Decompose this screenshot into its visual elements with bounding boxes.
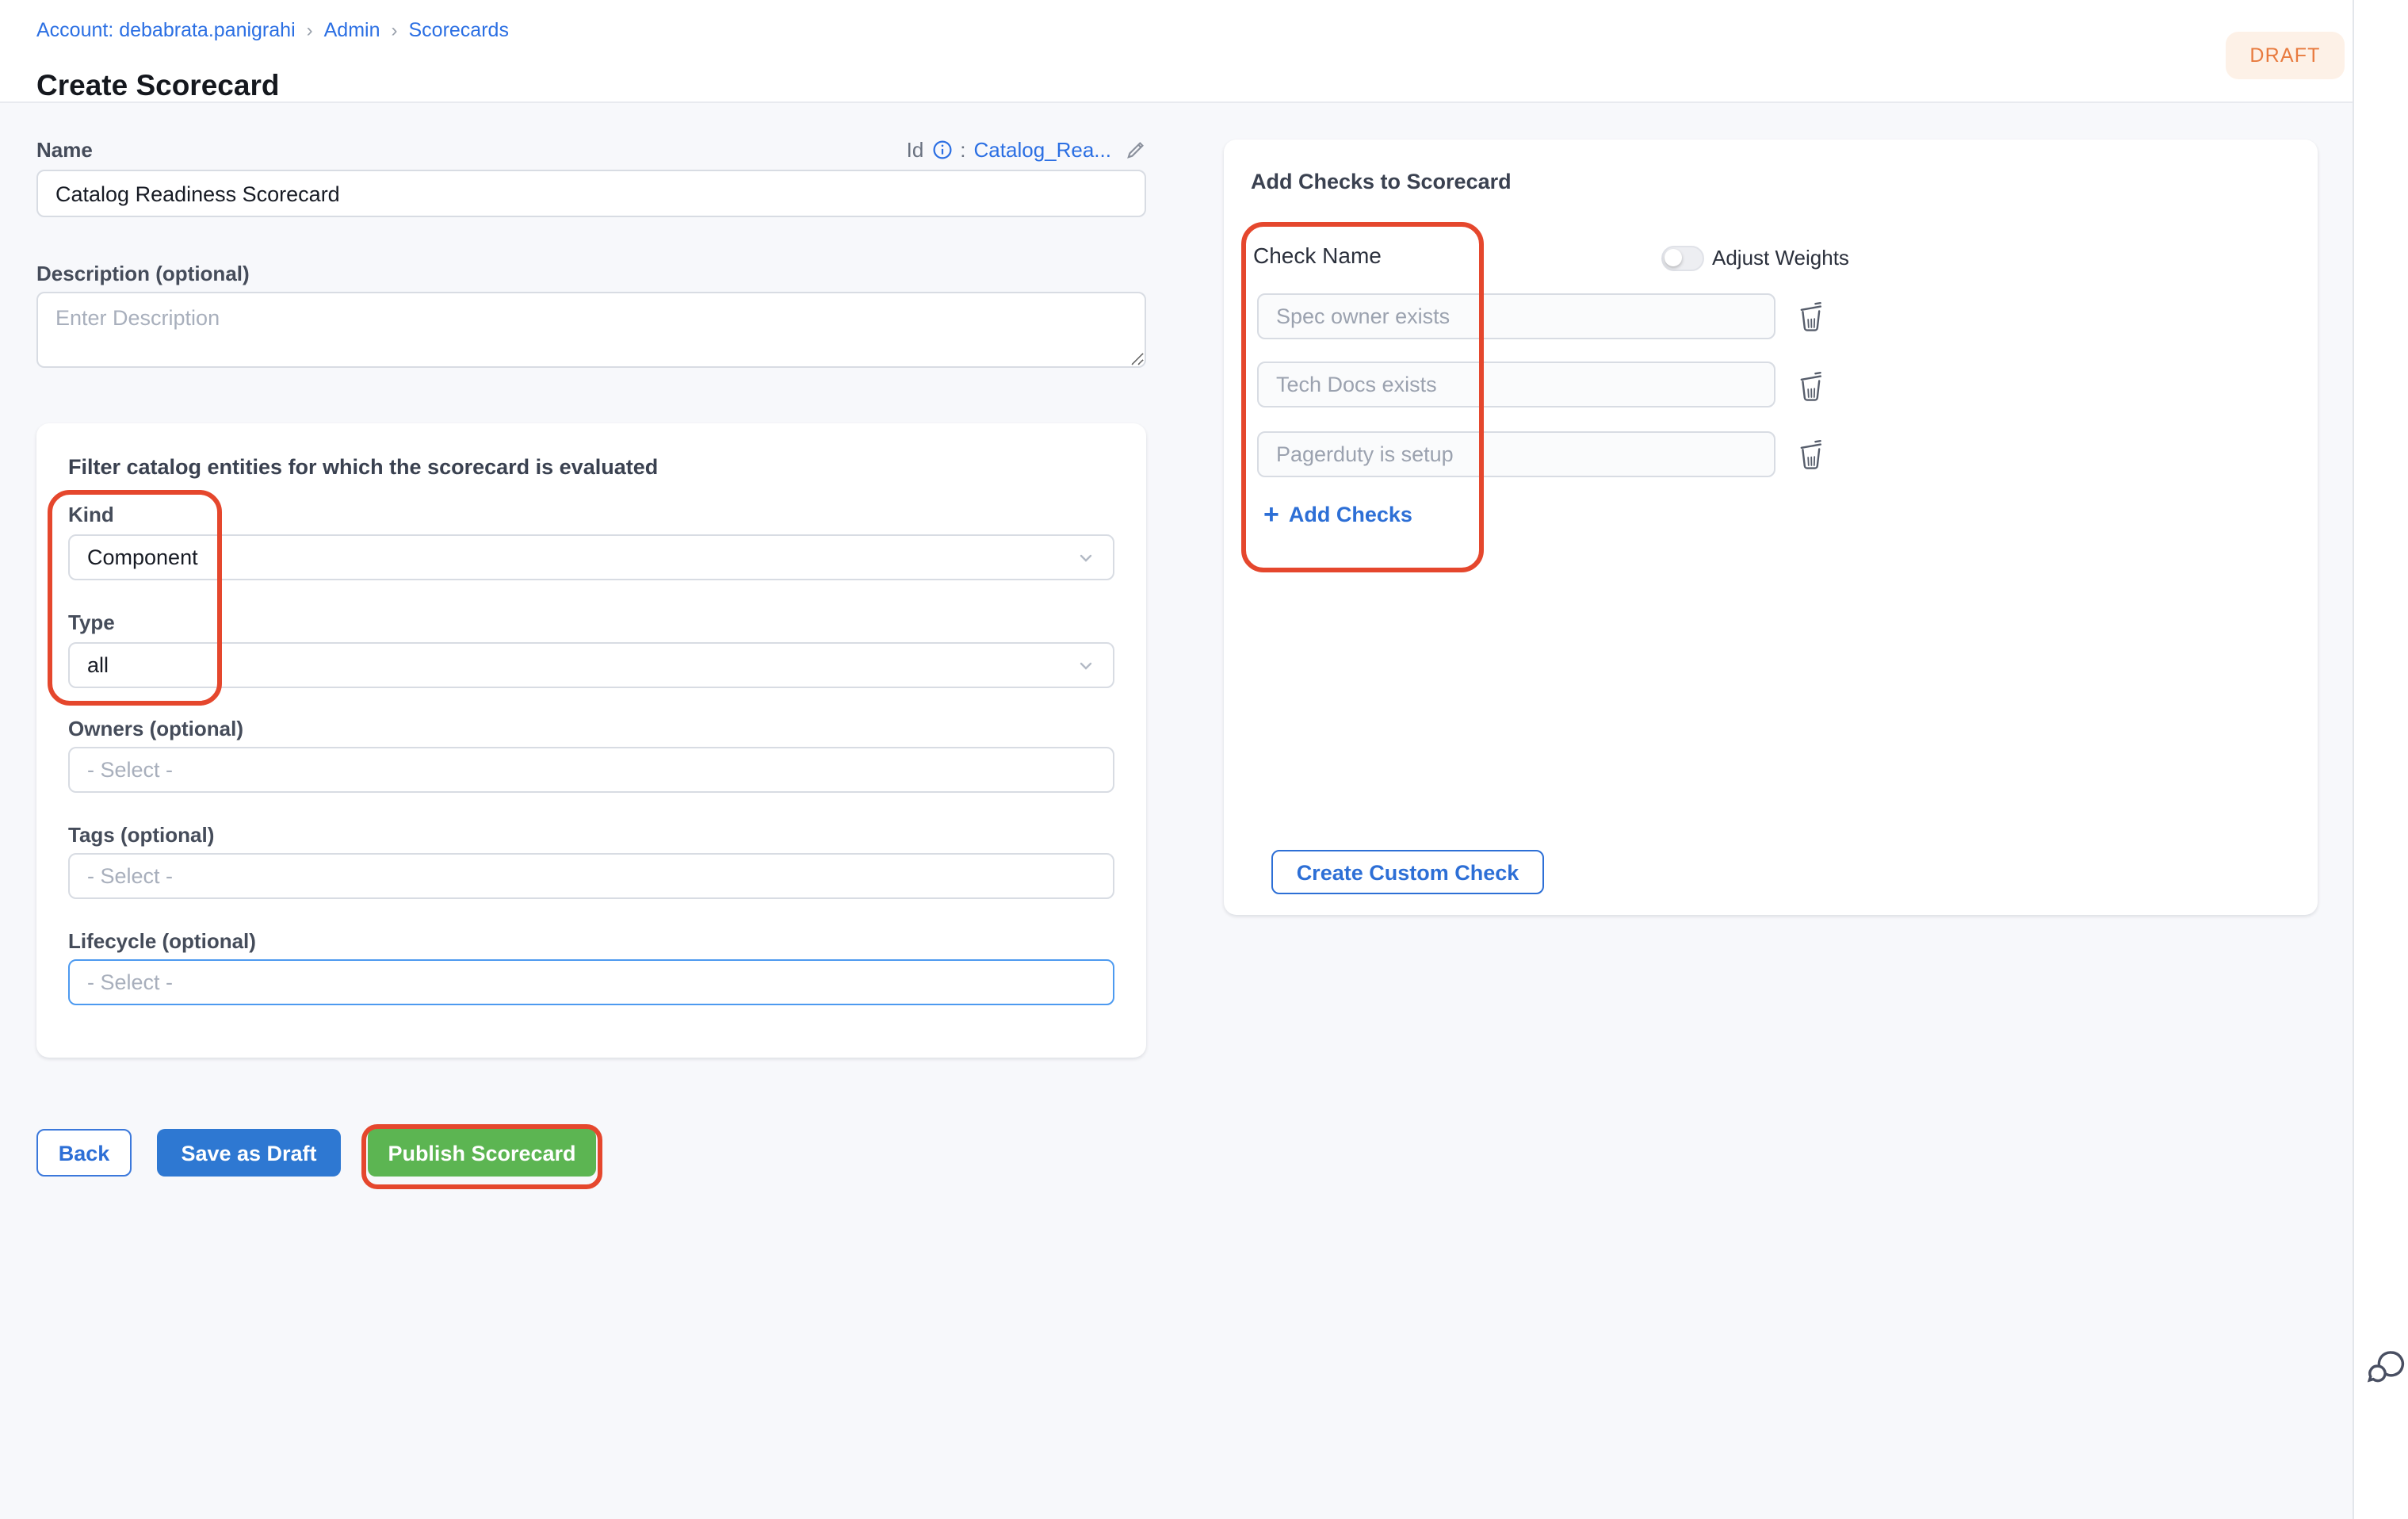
delete-check-trash-icon[interactable] (1796, 298, 1831, 333)
filter-card: Filter catalog entities for which the sc… (36, 423, 1146, 1058)
plus-icon: + (1263, 503, 1279, 526)
name-id-row: Name Id : Catalog_Rea... (36, 138, 1146, 162)
breadcrumb-separator-icon: › (307, 19, 313, 41)
id-separator: : (960, 138, 965, 162)
adjust-weights-toggle[interactable] (1661, 246, 1704, 270)
tags-select-input[interactable] (68, 853, 1114, 899)
check-name-input[interactable] (1257, 293, 1775, 339)
create-scorecard-page: Account: debabrata.panigrahi › Admin › S… (0, 0, 2408, 1519)
scorecard-id-row: Id : Catalog_Rea... (907, 138, 1146, 162)
type-select-value: all (87, 653, 109, 677)
filter-heading: Filter catalog entities for which the sc… (68, 455, 658, 479)
toggle-knob (1664, 248, 1682, 266)
lifecycle-label: Lifecycle (optional) (68, 929, 256, 953)
chevron-down-icon (1076, 548, 1095, 567)
owners-select-input[interactable] (68, 747, 1114, 793)
description-label: Description (optional) (36, 262, 250, 285)
kind-select-value: Component (87, 545, 198, 569)
name-label: Name (36, 138, 93, 162)
check-name-input[interactable] (1257, 362, 1775, 407)
name-input[interactable] (36, 170, 1146, 217)
edit-id-pencil-icon[interactable] (1124, 139, 1146, 161)
delete-check-trash-icon[interactable] (1796, 367, 1831, 402)
breadcrumb-admin-link[interactable]: Admin (324, 19, 380, 41)
add-checks-heading: Add Checks to Scorecard (1251, 170, 1512, 193)
breadcrumb-account-link[interactable]: Account: debabrata.panigrahi (36, 19, 296, 41)
save-as-draft-button[interactable]: Save as Draft (157, 1129, 341, 1177)
chevron-down-icon (1076, 656, 1095, 675)
check-name-input[interactable] (1257, 430, 1775, 476)
status-badge: DRAFT (2226, 31, 2345, 78)
back-button[interactable]: Back (36, 1129, 132, 1177)
delete-check-trash-icon[interactable] (1796, 436, 1831, 471)
page-header: Account: debabrata.panigrahi › Admin › S… (0, 0, 2352, 103)
kind-select[interactable]: Component (68, 534, 1114, 580)
page-title: Create Scorecard (36, 69, 279, 104)
main-content-area: Account: debabrata.panigrahi › Admin › S… (0, 0, 2353, 1519)
tags-label: Tags (optional) (68, 823, 214, 847)
description-textarea[interactable] (36, 292, 1146, 368)
kind-label: Kind (68, 503, 114, 526)
add-checks-button[interactable]: + Add Checks (1263, 503, 1412, 526)
publish-scorecard-button[interactable]: Publish Scorecard (368, 1129, 596, 1177)
info-icon[interactable] (931, 140, 952, 160)
create-custom-check-button[interactable]: Create Custom Check (1271, 850, 1544, 894)
breadcrumb-separator-icon: › (392, 19, 398, 41)
check-name-column-header: Check Name (1253, 243, 1382, 268)
type-label: Type (68, 610, 115, 634)
id-label: Id (907, 138, 924, 162)
lifecycle-select-input[interactable] (68, 959, 1114, 1005)
type-select[interactable]: all (68, 642, 1114, 688)
scorecard-id-value[interactable]: Catalog_Rea... (974, 138, 1111, 162)
add-checks-label: Add Checks (1289, 503, 1412, 526)
right-rail (2353, 0, 2408, 1519)
breadcrumb: Account: debabrata.panigrahi › Admin › S… (36, 19, 509, 41)
owners-label: Owners (optional) (68, 717, 243, 740)
breadcrumb-scorecards-link[interactable]: Scorecards (409, 19, 509, 41)
adjust-weights-label: Adjust Weights (1712, 246, 1849, 270)
chat-help-icon[interactable] (2364, 1346, 2408, 1394)
